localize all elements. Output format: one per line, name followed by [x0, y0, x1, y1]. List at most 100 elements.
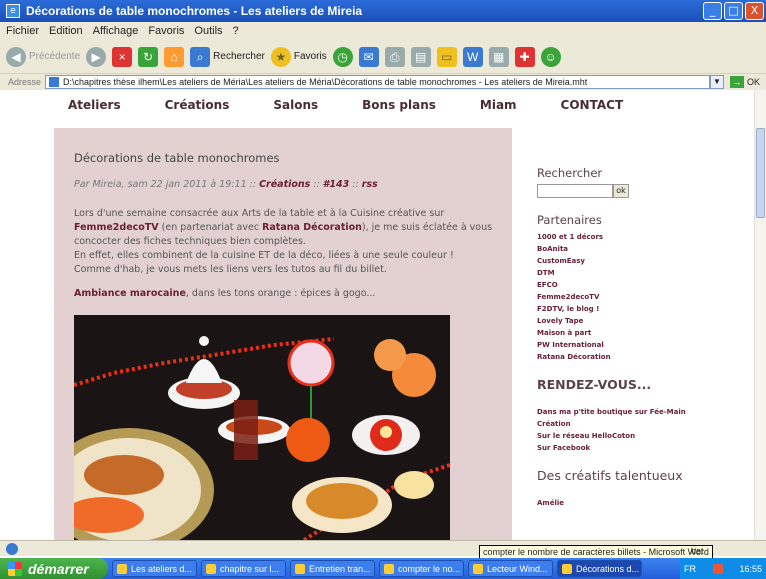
rdv-link[interactable]: Dans ma p'tite boutique sur Fée-Main — [537, 406, 737, 418]
nav-creations[interactable]: Créations — [165, 98, 230, 112]
mail-button[interactable]: ✉ — [358, 46, 379, 67]
home-button[interactable]: ⌂ — [164, 46, 185, 67]
address-label: Adresse — [8, 77, 42, 87]
forward-arrow-icon: ▶ — [86, 46, 107, 67]
menu-edit[interactable]: Edition — [49, 25, 83, 37]
partner-link[interactable]: Maison à part — [537, 327, 737, 339]
contacts-button[interactable]: ☺ — [540, 46, 561, 67]
address-dropdown-icon[interactable]: ▼ — [709, 75, 724, 89]
menu-view[interactable]: Affichage — [93, 25, 139, 37]
partners-list: 1000 et 1 décors BoAnita CustomEasy DTM … — [537, 231, 737, 363]
folder-icon — [117, 563, 127, 574]
address-value: D:\chapitres thèse ilhem\Les ateliers de… — [63, 77, 588, 87]
history-icon: ◷ — [332, 46, 353, 67]
post-body: Lors d'une semaine consacrée aux Arts de… — [74, 208, 493, 275]
favorites-button[interactable]: ★ Favoris — [270, 46, 327, 67]
taskbar-tooltip: compter le nombre de caractères billets … — [479, 545, 713, 559]
folder-button[interactable]: ▭ — [436, 46, 457, 67]
post-meta: Par Mireia, sam 22 jan 2011 à 19:11 :: C… — [74, 179, 378, 190]
partner-link[interactable]: PW International — [537, 339, 737, 351]
address-bar: Adresse D:\chapitres thèse ilhem\Les ate… — [0, 74, 766, 90]
nav-miam[interactable]: Miam — [480, 98, 517, 112]
vertical-scrollbar[interactable] — [754, 90, 766, 540]
search-icon: ⌕ — [190, 46, 211, 67]
nav-ateliers[interactable]: Ateliers — [68, 98, 121, 112]
partner-link[interactable]: EFCO — [537, 279, 737, 291]
taskbar-item[interactable]: compter le no... — [379, 560, 464, 577]
nav-contact[interactable]: CONTACT — [561, 98, 624, 112]
ratana-link[interactable]: Ratana Décoration — [262, 222, 362, 233]
nav-salons[interactable]: Salons — [273, 98, 318, 112]
print-button[interactable]: ⎙ — [384, 46, 405, 67]
taskbar-item[interactable]: Lecteur Wind... — [468, 560, 553, 577]
research-button[interactable]: ▦ — [488, 46, 509, 67]
messenger-icon: ✚ — [514, 46, 535, 67]
forward-button[interactable]: ▶ — [86, 46, 107, 67]
folder-icon: ▭ — [436, 46, 457, 67]
taskbar-item[interactable]: Les ateliers d... — [112, 560, 197, 577]
back-button[interactable]: ◀ Précédente — [6, 46, 80, 67]
close-button[interactable]: X — [745, 2, 764, 20]
partner-link[interactable]: 1000 et 1 décors — [537, 231, 737, 243]
word-doc-icon — [384, 563, 394, 574]
partners-heading: Partenaires — [537, 213, 602, 227]
rdv-list: Dans ma p'tite boutique sur Fée-Main Cré… — [537, 406, 737, 454]
tray-app-icon[interactable] — [712, 563, 723, 574]
menu-tools[interactable]: Outils — [194, 25, 222, 37]
rss-link[interactable]: rss — [362, 179, 378, 190]
edit-button[interactable]: ▤ — [410, 46, 431, 67]
category-link[interactable]: Créations — [259, 179, 310, 190]
go-button[interactable]: → OK — [724, 76, 766, 88]
partner-link[interactable]: CustomEasy — [537, 255, 737, 267]
sidebar-search: ok — [537, 184, 737, 198]
rdv-link[interactable]: Sur le réseau HelloCoton — [537, 430, 737, 442]
menu-favorites[interactable]: Favoris — [148, 25, 184, 37]
post-lead: Ambiance marocaine, dans les tons orange… — [74, 288, 376, 299]
stop-button[interactable]: × — [112, 46, 133, 67]
menu-help[interactable]: ? — [233, 25, 239, 37]
sidebar: Rechercher ok Partenaires 1000 et 1 déco… — [537, 128, 737, 509]
go-arrow-icon: → — [729, 76, 744, 88]
partner-link[interactable]: DTM — [537, 267, 737, 279]
sidebar-search-input[interactable] — [537, 184, 613, 198]
home-icon: ⌂ — [164, 46, 185, 67]
word-doc-icon — [295, 563, 305, 574]
search-button[interactable]: ⌕ Rechercher — [190, 46, 265, 67]
partner-link[interactable]: BoAnita — [537, 243, 737, 255]
address-input[interactable]: D:\chapitres thèse ilhem\Les ateliers de… — [45, 75, 710, 89]
sidebar-search-button[interactable]: ok — [613, 184, 629, 198]
messenger-button[interactable]: ✚ — [514, 46, 535, 67]
nav-bons-plans[interactable]: Bons plans — [362, 98, 436, 112]
history-button[interactable]: ◷ — [332, 46, 353, 67]
ie-icon — [562, 563, 572, 574]
partner-link[interactable]: Femme2decoTV — [537, 291, 737, 303]
photo-illustration — [74, 315, 450, 540]
star-icon: ★ — [270, 46, 291, 67]
minimize-button[interactable]: _ — [703, 2, 722, 20]
search-heading: Rechercher — [537, 166, 603, 180]
scrollbar-thumb[interactable] — [756, 128, 765, 218]
maximize-button[interactable]: □ — [724, 2, 743, 20]
permalink[interactable]: #143 — [323, 179, 349, 190]
taskbar-item-active[interactable]: Décorations d... — [557, 560, 642, 577]
refresh-button[interactable]: ↻ — [138, 46, 159, 67]
word-button[interactable]: W — [462, 46, 483, 67]
start-button[interactable]: démarrer — [0, 558, 108, 579]
taskbar-item[interactable]: Entretien tran... — [290, 560, 375, 577]
post-content: Décorations de table monochromes Par Mir… — [54, 128, 512, 540]
rdv-link[interactable]: Création — [537, 418, 737, 430]
rdv-link[interactable]: Sur Facebook — [537, 442, 737, 454]
language-indicator[interactable]: FR — [684, 564, 696, 574]
taskbar-item[interactable]: chapitre sur l... — [201, 560, 286, 577]
word-icon: W — [462, 46, 483, 67]
creatif-link[interactable]: Amélie — [537, 497, 737, 509]
femme2decotv-link[interactable]: Femme2decoTV — [74, 222, 159, 233]
partner-link[interactable]: Ratana Décoration — [537, 351, 737, 363]
ambiance-link[interactable]: Ambiance marocaine — [74, 288, 186, 299]
back-arrow-icon: ◀ — [6, 46, 26, 67]
menu-file[interactable]: Fichier — [6, 25, 39, 37]
mail-icon: ✉ — [358, 46, 379, 67]
partner-link[interactable]: Lovely Tape — [537, 315, 737, 327]
partner-link[interactable]: F2DTV, le blog ! — [537, 303, 737, 315]
tooltip-trailing-text: het — [691, 546, 704, 556]
